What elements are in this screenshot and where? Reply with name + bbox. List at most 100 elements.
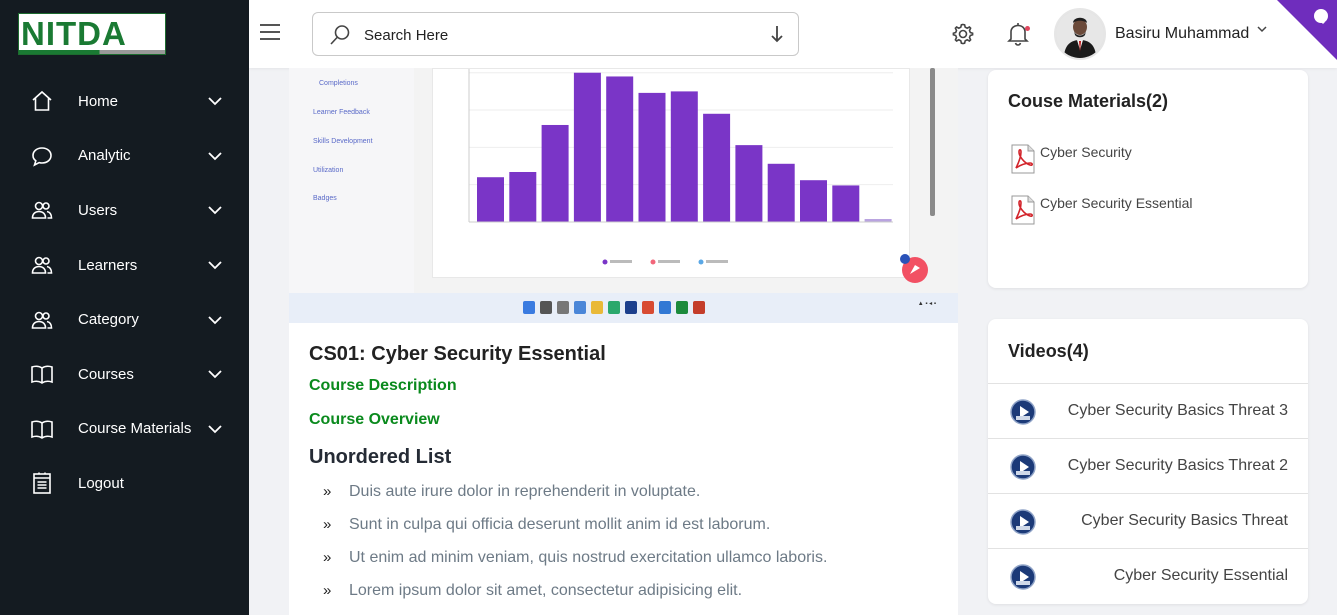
search-icon bbox=[329, 24, 351, 51]
videos-title: Videos(4) bbox=[1008, 341, 1089, 361]
book-icon bbox=[30, 417, 54, 441]
sidebar-item-category[interactable]: Category bbox=[0, 292, 249, 347]
list-item: » Lorem ipsum dolor sit amet, consectetur… bbox=[323, 582, 827, 615]
materials-title: Couse Materials(2) bbox=[1008, 91, 1169, 111]
arrow-down-icon[interactable] bbox=[770, 25, 784, 48]
chevron-down-icon[interactable] bbox=[207, 202, 223, 222]
sidebar-item-learners[interactable]: Learners bbox=[0, 238, 249, 293]
list-item: » Duis aute irure dolor in reprehenderit … bbox=[323, 483, 827, 516]
course-title: CS01: Cyber Security Essential bbox=[309, 343, 606, 365]
screenshot-link: Badges bbox=[313, 195, 337, 202]
menu-toggle-icon[interactable] bbox=[260, 24, 280, 42]
chevron-down-icon[interactable] bbox=[207, 421, 223, 441]
material-item[interactable]: Cyber Security Essential bbox=[1008, 195, 1193, 225]
chevron-down-icon[interactable] bbox=[207, 257, 223, 277]
list-item: » Sunt in culpa qui officia deserunt moll… bbox=[323, 516, 827, 549]
book-icon bbox=[30, 362, 54, 386]
sidebar-item-analytic[interactable]: Analytic bbox=[0, 129, 249, 184]
list-item-text: Sunt in culpa qui officia deserunt molli… bbox=[349, 516, 771, 533]
embedded-screenshot: Completions Learner Feedback Skills Deve… bbox=[289, 68, 958, 323]
logo-underline bbox=[19, 50, 165, 54]
screenshot-link: Skills Development bbox=[313, 138, 373, 145]
search-input[interactable]: Search Here bbox=[364, 27, 448, 44]
github-corner-icon[interactable] bbox=[1277, 0, 1337, 60]
taskbar-clock: ▲ ▪ ◂ ▪ bbox=[917, 301, 936, 307]
chart-bar bbox=[606, 76, 634, 223]
sidebar-item-label: Logout bbox=[78, 474, 124, 492]
chat-icon bbox=[30, 144, 54, 168]
sidebar-item-home[interactable]: Home bbox=[0, 74, 249, 129]
chevron-down-icon[interactable] bbox=[207, 366, 223, 386]
video-item[interactable]: Cyber Security Basics Threat bbox=[988, 493, 1308, 548]
course-materials-card: Couse Materials(2) Cyber Security Cyber … bbox=[988, 70, 1308, 288]
users-icon bbox=[30, 198, 54, 222]
chart-bar bbox=[832, 185, 860, 222]
double-chevron-icon: » bbox=[323, 549, 332, 566]
video-item[interactable]: Cyber Security Essential bbox=[988, 548, 1308, 603]
chart-bar bbox=[509, 171, 537, 222]
video-item-label: Cyber Security Basics Threat 3 bbox=[1067, 402, 1288, 419]
sidebar-item-logout[interactable]: Logout bbox=[0, 456, 249, 511]
material-item-label: Cyber Security Essential bbox=[1040, 195, 1193, 211]
course-content-card: Completions Learner Feedback Skills Deve… bbox=[289, 68, 958, 615]
search-box[interactable]: Search Here bbox=[312, 12, 799, 56]
chart-legend-dot bbox=[602, 259, 608, 265]
unordered-list-heading: Unordered List bbox=[309, 446, 452, 468]
screenshot-link: Utilization bbox=[313, 167, 344, 174]
sidebar-item-label: Learners bbox=[78, 256, 138, 274]
gear-icon[interactable] bbox=[951, 22, 975, 51]
chevron-down-icon[interactable] bbox=[207, 148, 223, 168]
chart-bar bbox=[767, 163, 795, 222]
pdf-icon bbox=[1011, 144, 1035, 174]
screenshot-taskbar: ▲ ▪ ◂ ▪ bbox=[289, 293, 958, 323]
chart-bar bbox=[735, 145, 763, 222]
chart-legend-label bbox=[706, 260, 728, 263]
video-item[interactable]: Cyber Security Basics Threat 3 bbox=[988, 383, 1308, 438]
nitda-logo[interactable]: NITDA bbox=[18, 13, 166, 55]
double-chevron-icon: » bbox=[323, 516, 332, 533]
sidebar-item-label: Courses bbox=[78, 365, 134, 383]
chart-bar bbox=[573, 72, 601, 222]
sidebar-item-courses[interactable]: Courses bbox=[0, 347, 249, 402]
chevron-down-icon[interactable] bbox=[207, 93, 223, 113]
sidebar-item-label: Analytic bbox=[78, 147, 131, 165]
chart-bar bbox=[541, 124, 569, 222]
double-chevron-icon: » bbox=[323, 582, 332, 599]
course-overview-heading: Course Overview bbox=[309, 411, 440, 428]
chart-bar bbox=[703, 113, 731, 222]
video-play-icon bbox=[1010, 399, 1036, 425]
sidebar-item-label: Users bbox=[78, 201, 118, 219]
unordered-list: » Duis aute irure dolor in reprehenderit … bbox=[323, 483, 827, 615]
avatar[interactable] bbox=[1054, 8, 1106, 60]
video-item[interactable]: Cyber Security Basics Threat 2 bbox=[988, 438, 1308, 493]
mini-bar-chart bbox=[468, 69, 893, 265]
list-icon bbox=[30, 471, 54, 495]
video-play-icon bbox=[1010, 509, 1036, 535]
top-header: Search Here Basiru Muhammad bbox=[249, 0, 1337, 68]
double-chevron-icon: » bbox=[323, 483, 332, 500]
sidebar-item-course-materials[interactable]: Course Materials bbox=[0, 402, 249, 457]
course-description-heading: Course Description bbox=[309, 377, 457, 394]
notification-dot bbox=[1025, 26, 1030, 31]
chevron-down-icon[interactable] bbox=[207, 312, 223, 332]
sidebar-item-users[interactable]: Users bbox=[0, 183, 249, 238]
screenshot-action-button bbox=[900, 254, 928, 283]
sidebar-item-label: Home bbox=[78, 92, 119, 110]
screenshot-sidebar: Completions Learner Feedback Skills Deve… bbox=[289, 68, 414, 293]
sidebar: NITDA Home Analytic Users Learners Categ… bbox=[0, 0, 249, 615]
user-name[interactable]: Basiru Muhammad bbox=[1115, 25, 1249, 43]
video-item-label: Cyber Security Basics Threat 2 bbox=[1067, 457, 1288, 474]
taskbar-icons bbox=[523, 301, 705, 314]
users-icon bbox=[30, 253, 54, 277]
videos-card: Videos(4) Cyber Security Basics Threat 3… bbox=[988, 319, 1308, 604]
chart-legend-dot bbox=[650, 259, 656, 265]
video-item-label: Cyber Security Essential bbox=[1113, 567, 1288, 584]
screenshot-chart-panel bbox=[432, 68, 910, 278]
chart-bar bbox=[638, 92, 666, 222]
chevron-down-icon[interactable] bbox=[1256, 22, 1268, 40]
material-item[interactable]: Cyber Security bbox=[1008, 144, 1132, 174]
sidebar-item-label: Category bbox=[78, 311, 139, 329]
chart-bar bbox=[477, 177, 504, 222]
list-item: » Ut enim ad minim veniam, quis nostrud e… bbox=[323, 549, 827, 582]
chart-legend-dot bbox=[698, 259, 704, 265]
